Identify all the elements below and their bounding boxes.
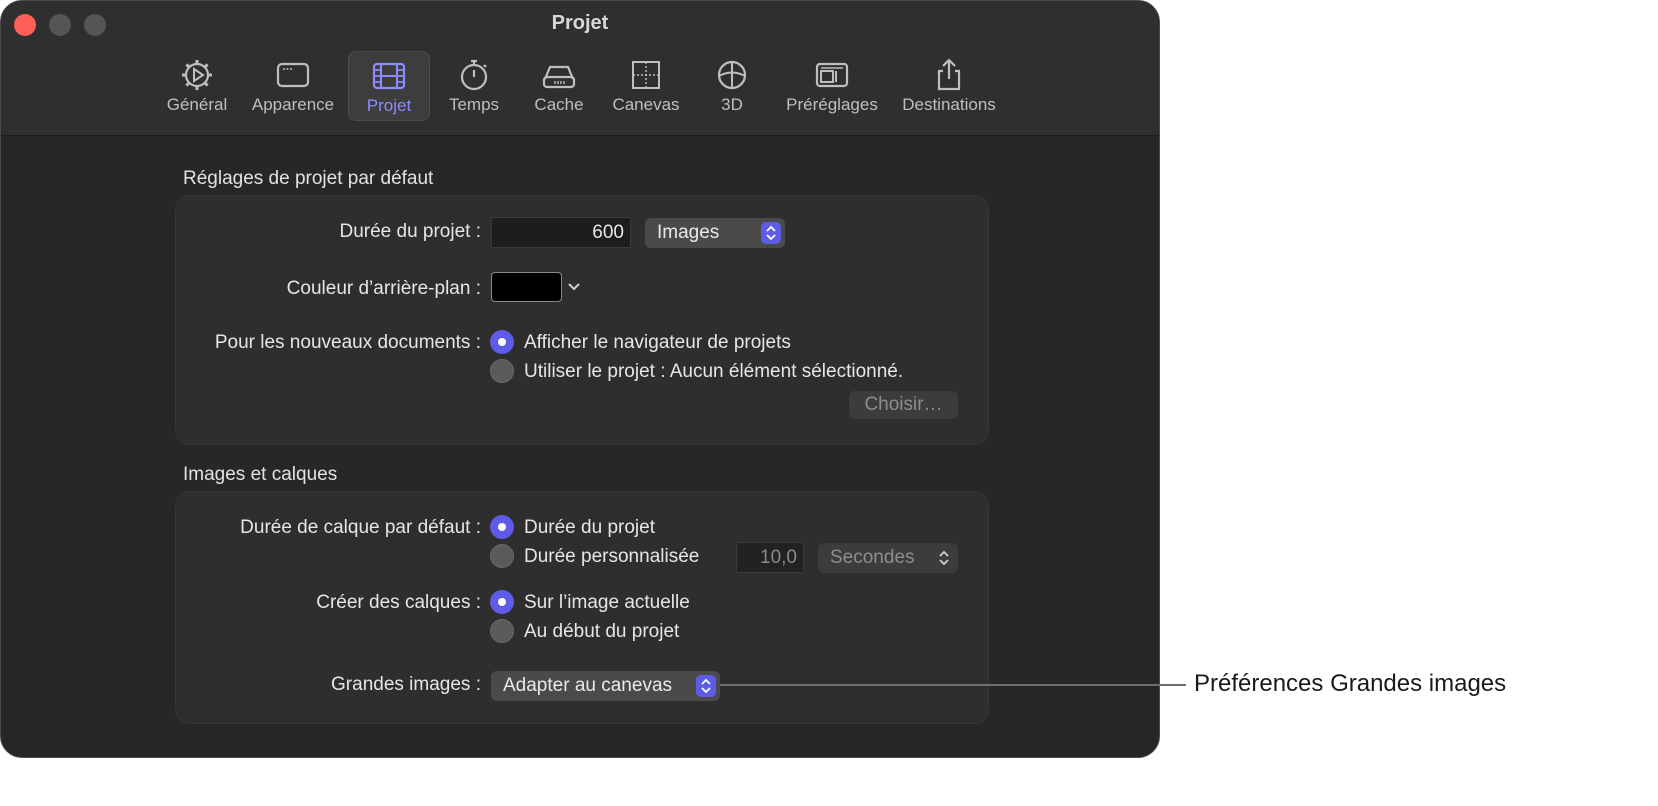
project-duration-field[interactable]: 600: [491, 217, 631, 248]
radio-project-start-label: Au début du projet: [524, 621, 680, 642]
defaults-section-title: Réglages de projet par défaut: [183, 168, 434, 189]
radio-use-project[interactable]: [490, 359, 514, 383]
globe-icon: [717, 60, 747, 90]
preferences-window: Projet Général Apparence Projet Temps Ca…: [0, 0, 1160, 758]
radio-show-project-browser[interactable]: [490, 330, 514, 354]
new-documents-label: Pour les nouveaux documents :: [214, 332, 481, 353]
drive-icon: [542, 65, 576, 89]
radio-custom-duration[interactable]: [490, 544, 514, 568]
stopwatch-icon: [460, 59, 488, 91]
radio-current-frame-label: Sur l’image actuelle: [524, 592, 690, 613]
large-images-popup[interactable]: Adapter au canevas: [491, 671, 720, 701]
custom-duration-unit-popup[interactable]: Secondes: [818, 543, 958, 573]
tab-appearance[interactable]: Apparence: [245, 51, 341, 121]
toolbar: Projet Général Apparence Projet Temps Ca…: [1, 1, 1159, 136]
chevron-updown-icon: [934, 547, 954, 569]
radio-custom-duration-label: Durée personnalisée: [524, 546, 700, 567]
callout-line: [720, 684, 1186, 686]
tab-destinations[interactable]: Destinations: [897, 51, 1001, 121]
background-color-well[interactable]: [491, 272, 562, 302]
radio-project-start[interactable]: [490, 619, 514, 643]
radio-current-frame[interactable]: [490, 590, 514, 614]
share-icon: [937, 58, 961, 91]
background-color-label: Couleur d’arrière-plan :: [286, 278, 481, 299]
choose-button[interactable]: Choisir…: [849, 391, 958, 419]
layers-section-title: Images et calques: [183, 464, 338, 485]
tab-cache[interactable]: Cache: [525, 51, 593, 121]
tab-time[interactable]: Temps: [441, 51, 507, 121]
radio-show-project-browser-label: Afficher le navigateur de projets: [524, 332, 791, 353]
chevron-down-icon[interactable]: [567, 282, 581, 292]
presets-icon: [815, 62, 849, 88]
film-icon: [372, 62, 406, 90]
window-icon: [276, 62, 310, 88]
tab-canvas[interactable]: Canevas: [605, 51, 687, 121]
tab-3d[interactable]: 3D: [705, 51, 759, 121]
gear-icon: [182, 60, 212, 90]
callout-label: Préférences Grandes images: [1194, 670, 1507, 697]
canvas-icon: [632, 61, 660, 89]
radio-project-duration-label: Durée du projet: [524, 517, 655, 538]
chevron-updown-icon: [761, 222, 781, 244]
window-title: Projet: [551, 12, 609, 34]
tab-project[interactable]: Projet: [348, 51, 430, 121]
tab-general[interactable]: Général: [161, 51, 233, 121]
radio-use-project-label: Utiliser le projet : Aucun élément sélec…: [524, 361, 904, 382]
radio-project-duration[interactable]: [490, 515, 514, 539]
large-images-label: Grandes images :: [331, 674, 481, 695]
duration-unit-popup[interactable]: Images: [645, 218, 785, 248]
layer-duration-label: Durée de calque par défaut :: [240, 517, 481, 538]
tab-presets[interactable]: Préréglages: [781, 51, 883, 121]
chevron-updown-icon: [696, 675, 716, 697]
create-layers-label: Créer des calques :: [316, 592, 481, 613]
custom-duration-field[interactable]: 10,0: [736, 542, 804, 573]
project-duration-label: Durée du projet :: [339, 221, 481, 242]
